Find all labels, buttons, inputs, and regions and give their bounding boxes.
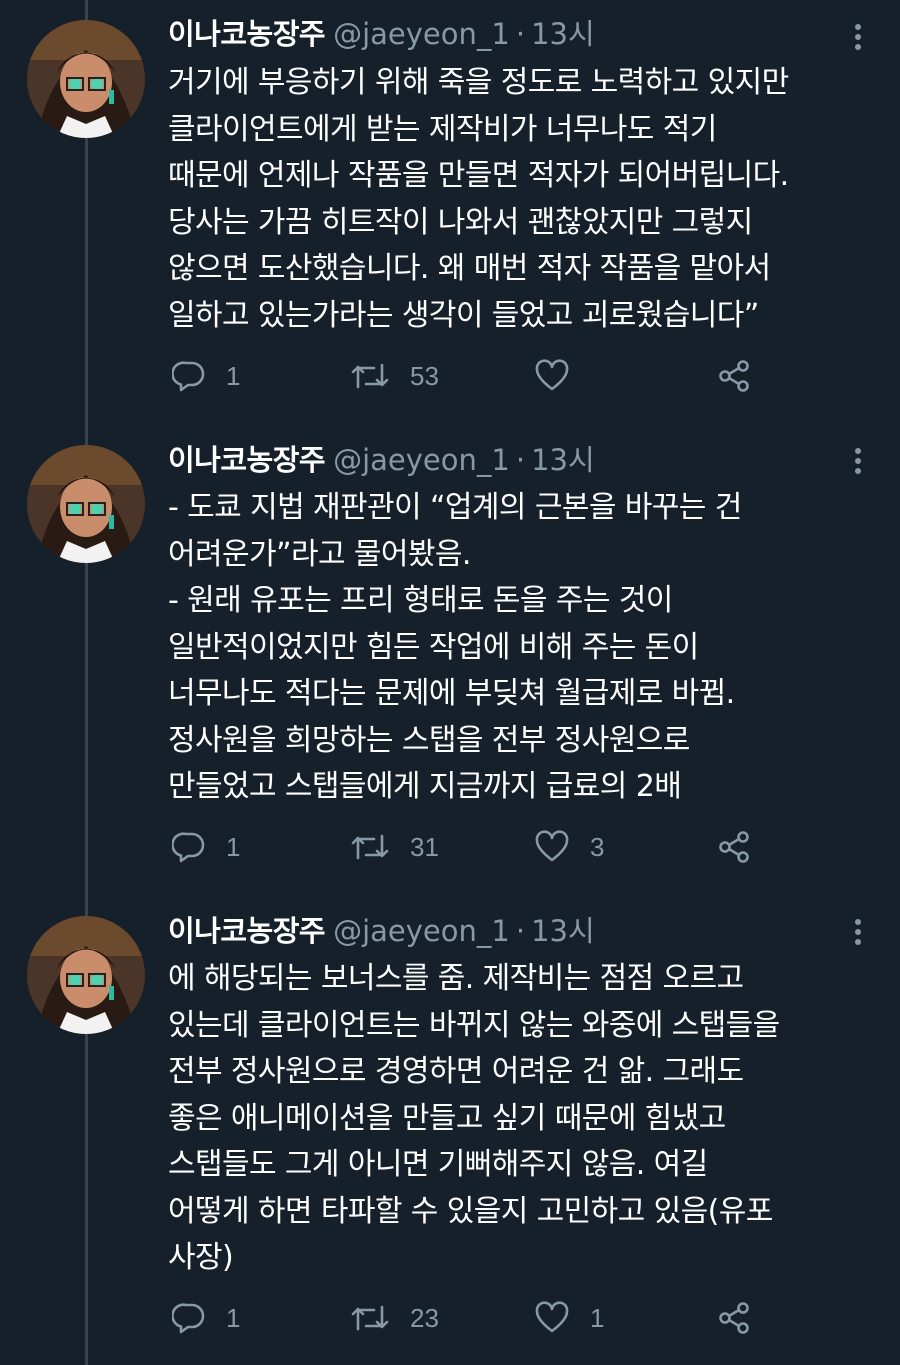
tweet[interactable]: 이나코농장주 @jaeyeon_1 · 13시 거기에 부응하기 위해 죽을 정도로 …	[0, 0, 900, 420]
like-button[interactable]	[534, 356, 590, 396]
reply-count: 1	[226, 831, 241, 862]
tweet-text-line: 일하고 있는가라는 생각이 들었고 괴로웠습니다”	[168, 297, 759, 333]
tweet-actions: 1 53	[168, 356, 768, 396]
share-button[interactable]	[716, 356, 752, 396]
avatar[interactable]	[27, 445, 145, 563]
share-button[interactable]	[716, 827, 752, 867]
more-vertical-icon[interactable]	[846, 446, 870, 476]
timestamp[interactable]: 13시	[531, 17, 595, 51]
tweet-text: - 도쿄 지법 재판관이 “업계의 근본을 바꾸는 건 어려운가”라고 물어봤음…	[168, 485, 878, 811]
share-icon	[716, 1301, 752, 1335]
tweet-text-line: 에 해당되는 보너스를 줌. 제작비는 점점 오르고	[168, 961, 744, 996]
tweet-text-line: 스탭들도 그게 아니면 기뻐해주지 않음. 여길	[168, 1147, 708, 1182]
avatar[interactable]	[27, 916, 145, 1034]
reply-count: 1	[226, 360, 241, 391]
more-vertical-icon[interactable]	[846, 917, 870, 947]
tweet-text-line: - 원래 유포는 프리 형태로 돈을 주는 것이	[168, 583, 673, 618]
avatar[interactable]	[27, 20, 145, 138]
heart-icon	[534, 359, 570, 393]
retweet-count: 23	[410, 1302, 439, 1333]
reply-button[interactable]: 1	[172, 827, 240, 867]
like-count: 1	[590, 1302, 605, 1333]
like-count: 3	[590, 831, 605, 862]
reply-icon	[172, 359, 206, 393]
tweet[interactable]: 이나코농장주 @jaeyeon_1 · 13시 에 해당되는 보너스를 줌. 제작비는…	[0, 911, 900, 1365]
reply-button[interactable]: 1	[172, 1298, 240, 1338]
tweet-text-line: 어려운가”라고 물어봤음.	[168, 536, 471, 572]
like-button[interactable]: 1	[534, 1298, 604, 1338]
tweet-header: 이나코농장주 @jaeyeon_1 · 13시	[168, 911, 595, 951]
display-name[interactable]: 이나코농장주	[168, 443, 326, 477]
tweet-text-line: 만들었고 스탭들에게 지금까지 급료의 2배	[168, 769, 682, 804]
heart-icon	[534, 830, 570, 864]
retweet-button[interactable]: 23	[350, 1298, 439, 1338]
tweet-text-line: 사장)	[168, 1240, 234, 1275]
reply-icon	[172, 830, 206, 864]
reply-icon	[172, 1301, 206, 1335]
more-vertical-icon[interactable]	[846, 22, 870, 52]
tweet-text-line: 않으면 도산했습니다. 왜 매번 적자 작품을 맡아서	[168, 251, 771, 286]
tweet-actions: 1 23 1	[168, 1298, 768, 1338]
retweet-count: 53	[410, 360, 439, 391]
tweet-actions: 1 31 3	[168, 827, 768, 867]
user-handle[interactable]: @jaeyeon_1	[333, 17, 510, 51]
display-name[interactable]: 이나코농장주	[168, 17, 326, 51]
tweet-text-line: 좋은 애니메이션을 만들고 싶기 때문에 힘냈고	[168, 1100, 726, 1136]
tweet-text-line: 거기에 부응하기 위해 죽을 정도로 노력하고 있지만	[168, 65, 789, 100]
retweet-count: 31	[410, 831, 439, 862]
retweet-icon	[350, 1301, 390, 1335]
reply-button[interactable]: 1	[172, 356, 240, 396]
tweet-text: 거기에 부응하기 위해 죽을 정도로 노력하고 있지만 클라이언트에게 받는 제…	[168, 60, 878, 339]
share-icon	[716, 359, 752, 393]
separator: ·	[515, 914, 526, 948]
tweet-header: 이나코농장주 @jaeyeon_1 · 13시	[168, 14, 595, 54]
like-button[interactable]: 3	[534, 827, 604, 867]
user-handle[interactable]: @jaeyeon_1	[333, 914, 510, 948]
tweet-text-line: 정사원을 희망하는 스탭을 전부 정사원으로	[168, 722, 690, 758]
tweet-text-line: - 도쿄 지법 재판관이 “업계의 근본을 바꾸는 건	[168, 490, 742, 525]
tweet-text-line: 클라이언트에게 받는 제작비가 너무나도 적기	[168, 111, 717, 147]
display-name[interactable]: 이나코농장주	[168, 914, 326, 948]
tweet-text-line: 너무나도 적다는 문제에 부딪쳐 월급제로 바뀜.	[168, 676, 735, 711]
share-icon	[716, 830, 752, 864]
timestamp[interactable]: 13시	[531, 443, 595, 477]
tweet-text: 에 해당되는 보너스를 줌. 제작비는 점점 오르고 있는데 클라이언트는 바뀌…	[168, 956, 878, 1282]
retweet-button[interactable]: 53	[350, 356, 439, 396]
separator: ·	[515, 443, 526, 477]
tweet-text-line: 때문에 언제나 작품을 만들면 적자가 되어버립니다.	[168, 158, 789, 193]
user-handle[interactable]: @jaeyeon_1	[333, 443, 510, 477]
reply-count: 1	[226, 1302, 241, 1333]
tweet-text-line: 일반적이었지만 힘든 작업에 비해 주는 돈이	[168, 629, 699, 665]
tweet-text-line: 전부 정사원으로 경영하면 어려운 건 앎. 그래도	[168, 1054, 744, 1089]
tweet[interactable]: 이나코농장주 @jaeyeon_1 · 13시 - 도쿄 지법 재판관이 “업계의 근…	[0, 440, 900, 880]
tweet-header: 이나코농장주 @jaeyeon_1 · 13시	[168, 440, 595, 480]
retweet-icon	[350, 830, 390, 864]
heart-icon	[534, 1301, 570, 1335]
tweet-text-line: 어떻게 하면 타파할 수 있을지 고민하고 있음(유포	[168, 1193, 773, 1229]
separator: ·	[515, 17, 526, 51]
share-button[interactable]	[716, 1298, 752, 1338]
tweet-text-line: 당사는 가끔 히트작이 나와서 괜찮았지만 그렇지	[168, 204, 753, 240]
retweet-button[interactable]: 31	[350, 827, 439, 867]
timestamp[interactable]: 13시	[531, 914, 595, 948]
retweet-icon	[350, 359, 390, 393]
tweet-text-line: 있는데 클라이언트는 바뀌지 않는 와중에 스탭들을	[168, 1007, 780, 1043]
